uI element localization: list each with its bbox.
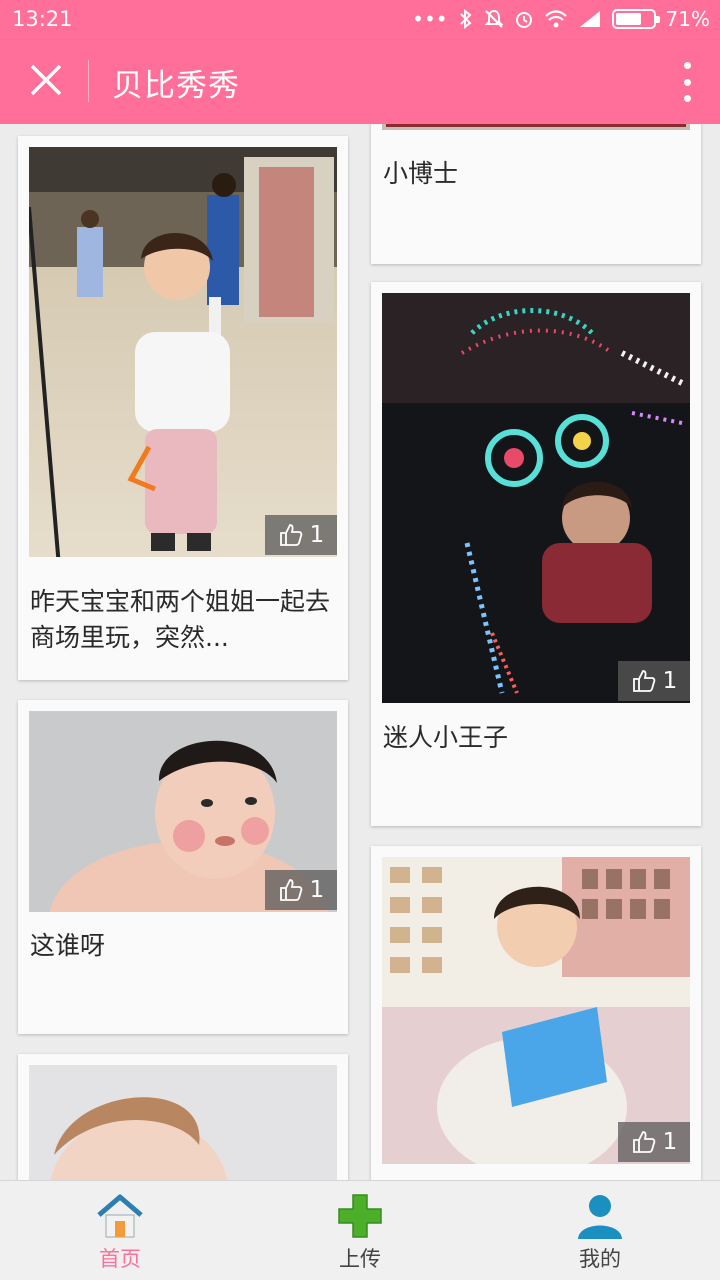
post-card[interactable]: 小博士 xyxy=(371,124,701,264)
tab-home[interactable]: 首页 xyxy=(0,1181,240,1280)
dots-icon: ••• xyxy=(412,7,448,31)
tab-home-label: 首页 xyxy=(99,1247,141,1271)
like-badge[interactable]: 1 xyxy=(265,515,337,555)
thumbs-up-icon xyxy=(632,670,655,692)
battery-icon xyxy=(611,9,660,29)
post-card[interactable] xyxy=(18,1054,348,1180)
user-icon xyxy=(578,1195,622,1239)
battery-percent: 71% xyxy=(665,7,710,31)
like-count: 1 xyxy=(662,668,678,694)
thumbs-up-icon xyxy=(279,524,302,546)
mute-icon xyxy=(484,9,503,28)
post-photo: 1 xyxy=(29,711,337,912)
post-card[interactable]: 1 xyxy=(371,846,701,1180)
post-photo: 1 xyxy=(382,293,690,703)
like-count: 1 xyxy=(309,522,325,548)
signal-icon xyxy=(579,11,600,27)
thumbs-up-icon xyxy=(279,879,302,901)
post-caption: 这谁呀 xyxy=(30,931,106,960)
like-count: 1 xyxy=(662,1129,678,1155)
post-caption: 昨天宝宝和两个姐姐一起去商场里玩，突然... xyxy=(30,587,331,652)
more-vert-icon[interactable] xyxy=(682,62,692,102)
post-card[interactable]: 1 这谁呀 xyxy=(18,700,348,1034)
tab-profile[interactable]: 我的 xyxy=(480,1181,720,1280)
post-photo xyxy=(382,124,690,130)
post-feed[interactable]: 1 昨天宝宝和两个姐姐一起去商场里玩，突然... 1 这谁呀 小博士 1 迷人小… xyxy=(0,124,720,1180)
home-icon xyxy=(97,1194,143,1238)
alarm-icon xyxy=(515,12,532,28)
post-card[interactable]: 1 迷人小王子 xyxy=(371,282,701,826)
post-card[interactable]: 1 昨天宝宝和两个姐姐一起去商场里玩，突然... xyxy=(18,136,348,680)
like-badge[interactable]: 1 xyxy=(618,1122,690,1162)
post-caption: 小博士 xyxy=(383,159,459,188)
status-time: 13:21 xyxy=(12,7,73,31)
tab-upload[interactable]: 上传 xyxy=(240,1181,480,1280)
wifi-icon xyxy=(544,10,567,28)
like-count: 1 xyxy=(309,877,325,903)
thumbs-up-icon xyxy=(632,1131,655,1153)
page-title: 贝比秀秀 xyxy=(112,68,240,104)
post-photo: 1 xyxy=(382,857,690,1164)
post-caption: 迷人小王子 xyxy=(383,723,509,752)
app-bar-divider xyxy=(88,60,89,102)
plus-icon xyxy=(338,1194,382,1238)
app-bar: 贝比秀秀 xyxy=(0,40,720,124)
bottom-nav: 首页 上传 我的 xyxy=(0,1180,720,1280)
tab-upload-label: 上传 xyxy=(339,1247,381,1271)
post-photo: 1 xyxy=(29,147,337,557)
post-photo xyxy=(29,1065,337,1180)
close-icon[interactable] xyxy=(24,58,68,102)
status-icons: ••• 71% xyxy=(412,7,710,31)
tab-profile-label: 我的 xyxy=(579,1247,621,1271)
status-bar: 13:21 ••• 71% xyxy=(0,0,720,40)
bluetooth-icon xyxy=(459,9,472,29)
like-badge[interactable]: 1 xyxy=(618,661,690,701)
like-badge[interactable]: 1 xyxy=(265,870,337,910)
